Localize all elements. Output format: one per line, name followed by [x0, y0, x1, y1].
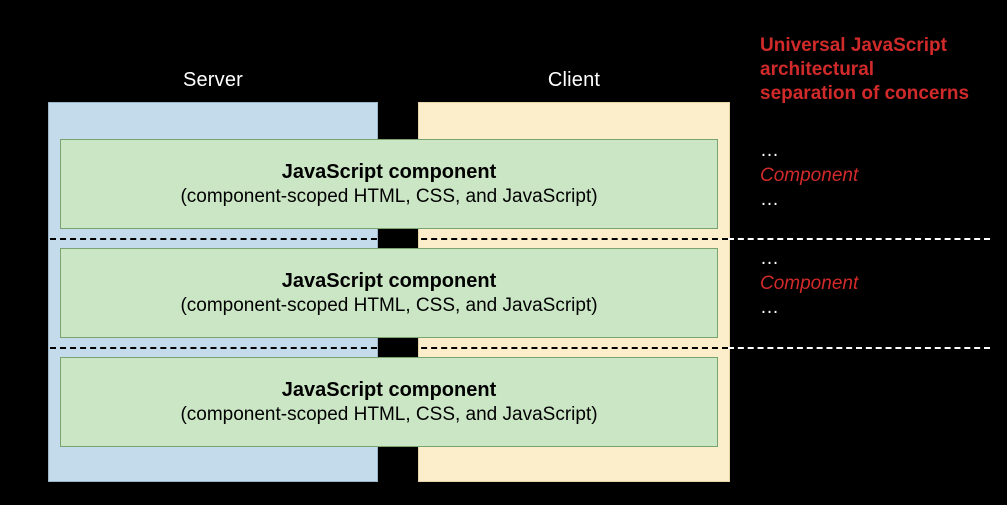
component-bar: JavaScript component (component-scoped H…	[60, 139, 718, 229]
annotation-ellipsis: …	[760, 140, 779, 161]
annotation-row: … Component …	[760, 139, 858, 213]
annotation-title: Universal JavaScript architectural separ…	[760, 34, 969, 105]
separator-dashed	[50, 238, 728, 240]
annotation-title-line: architectural	[760, 59, 874, 80]
annotation-title-line: Universal JavaScript	[760, 35, 947, 56]
component-subtitle: (component-scoped HTML, CSS, and JavaScr…	[180, 403, 597, 427]
component-bar: JavaScript component (component-scoped H…	[60, 357, 718, 447]
component-bar: JavaScript component (component-scoped H…	[60, 248, 718, 338]
component-subtitle: (component-scoped HTML, CSS, and JavaScr…	[180, 294, 597, 318]
separator-extension-dashed	[728, 238, 990, 240]
separator-extension-dashed	[728, 347, 990, 349]
separator-dashed	[50, 347, 728, 349]
annotation-em: Component	[760, 165, 858, 186]
annotation-ellipsis: …	[760, 248, 779, 269]
component-title: JavaScript component	[282, 160, 497, 185]
server-column-label: Server	[49, 69, 377, 92]
diagram-stage: Server Client JavaScript component (comp…	[0, 0, 1007, 505]
annotation-ellipsis: …	[760, 189, 779, 210]
annotation-title-line: separation of concerns	[760, 83, 969, 104]
annotation-ellipsis: …	[760, 297, 779, 318]
component-title: JavaScript component	[282, 378, 497, 403]
component-title: JavaScript component	[282, 269, 497, 294]
client-column-label: Client	[419, 69, 729, 92]
annotation-em: Component	[760, 273, 858, 294]
component-subtitle: (component-scoped HTML, CSS, and JavaScr…	[180, 185, 597, 209]
annotation-row: … Component …	[760, 247, 858, 321]
